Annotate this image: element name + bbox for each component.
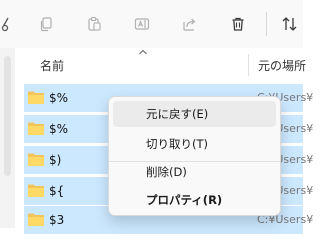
trash-icon	[232, 17, 244, 31]
cut-icon	[1, 17, 9, 32]
menu-item-cut[interactable]: 切り取り(T)	[113, 131, 276, 157]
paste-button[interactable]	[78, 8, 110, 40]
folder-icon	[28, 153, 44, 166]
folder-icon	[28, 213, 44, 226]
file-name: ${	[49, 184, 65, 198]
file-name: $%	[49, 122, 69, 136]
sort-caret-icon	[139, 49, 147, 55]
scrollbar-thumb[interactable]	[4, 56, 11, 176]
file-name: $3	[49, 213, 65, 227]
cut-button[interactable]	[0, 8, 18, 40]
folder-icon	[28, 122, 44, 135]
menu-item-delete[interactable]: 削除(D)	[113, 159, 276, 185]
paste-icon	[88, 16, 101, 31]
column-divider[interactable]	[248, 54, 249, 76]
copy-button[interactable]	[30, 8, 62, 40]
menu-item-properties[interactable]: プロパティ(R)	[113, 187, 276, 213]
context-menu: 元に戻す(E) 切り取り(T) 削除(D) プロパティ(R)	[108, 96, 281, 216]
folder-icon	[28, 91, 44, 104]
copy-icon	[40, 17, 52, 32]
file-name: $)	[49, 153, 62, 167]
rename-button[interactable]	[126, 8, 158, 40]
sort-button[interactable]	[274, 8, 306, 40]
column-header: 名前 元の場所	[22, 48, 306, 80]
menu-item-label: 削除(D)	[146, 165, 187, 179]
menu-item-undo[interactable]: 元に戻す(E)	[113, 101, 276, 127]
share-button[interactable]	[174, 8, 206, 40]
sort-arrows-icon	[282, 17, 297, 31]
original-location-column-header[interactable]: 元の場所	[258, 57, 306, 74]
name-column-header[interactable]: 名前	[40, 57, 64, 74]
folder-icon	[28, 184, 44, 197]
delete-button[interactable]	[222, 8, 254, 40]
menu-item-label: 元に戻す(E)	[146, 107, 209, 121]
file-name: $%	[49, 91, 69, 105]
menu-item-label: 切り取り(T)	[146, 137, 208, 151]
rename-icon	[134, 18, 150, 30]
navigation-pane-edge	[0, 48, 15, 228]
toolbar-divider	[266, 12, 267, 36]
share-icon	[183, 18, 196, 31]
menu-item-label: プロパティ(R)	[146, 193, 223, 207]
toolbar	[0, 0, 303, 48]
